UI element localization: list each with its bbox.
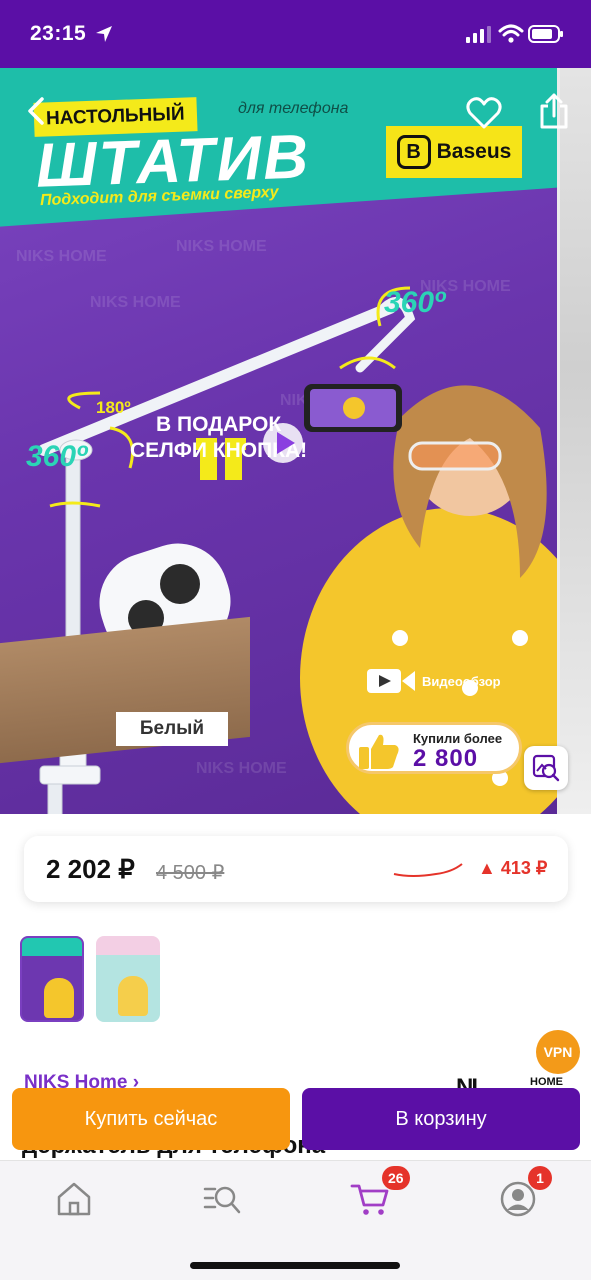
next-image-peek[interactable]: [560, 68, 591, 814]
brand-logo: B Baseus: [386, 126, 522, 178]
thumbs-up-icon: [359, 734, 399, 769]
status-bar: 23:15: [0, 0, 591, 68]
gallery-thumbnail[interactable]: [96, 936, 160, 1022]
profile-notification-badge: 1: [528, 1166, 552, 1190]
app-screen: 23:15 NIKS HOME NIKS HOME NIKS HOME NIKS…: [0, 0, 591, 1280]
banner-for-phone: для телефона: [238, 100, 349, 117]
gallery-thumbnail[interactable]: [20, 936, 84, 1022]
bought-count-badge: Купили более 2 800: [346, 722, 522, 774]
seller-logo-text: HOME: [530, 1076, 563, 1088]
product-banner-image[interactable]: NIKS HOME NIKS HOME NIKS HOME NIKS HOME …: [0, 68, 557, 814]
brand-mark: B: [396, 135, 431, 169]
add-to-cart-button[interactable]: В корзину: [302, 1088, 580, 1150]
heart-icon[interactable]: [466, 96, 502, 130]
video-camera-icon: [367, 669, 415, 693]
status-time: 23:15: [30, 22, 87, 45]
bought-count: 2 800: [413, 745, 479, 772]
price-drop: ▲ 413 ₽: [478, 858, 548, 878]
bought-label: Купили более: [413, 731, 503, 746]
thumbnail-preview: [44, 978, 74, 1018]
angle-label-bottom: 360º: [26, 440, 88, 473]
old-price: 4 500 ₽: [156, 862, 225, 884]
thumbnail-preview: [118, 976, 148, 1016]
color-variant-label: Белый: [116, 712, 228, 746]
angle-label-top: 360º: [384, 286, 446, 319]
product-gallery[interactable]: NIKS HOME NIKS HOME NIKS HOME NIKS HOME …: [0, 68, 591, 814]
location-arrow-icon: [96, 26, 112, 42]
play-icon[interactable]: [262, 422, 304, 464]
back-chevron-icon[interactable]: [22, 96, 52, 126]
battery-icon: [528, 25, 563, 43]
vpn-badge[interactable]: VPN: [536, 1030, 580, 1074]
catalog-search-icon[interactable]: [202, 1179, 242, 1219]
image-search-button[interactable]: [524, 746, 568, 790]
buy-now-button[interactable]: Купить сейчас: [12, 1088, 290, 1150]
wifi-icon: [498, 24, 524, 43]
image-search-icon: [532, 754, 560, 782]
share-icon[interactable]: [538, 92, 570, 130]
current-price: 2 202 ₽: [46, 854, 135, 884]
cart-count-badge: 26: [382, 1166, 410, 1190]
home-icon[interactable]: [54, 1179, 94, 1219]
brand-name: Baseus: [436, 140, 512, 163]
video-review-badge[interactable]: Видеообзор: [366, 666, 501, 696]
price-trend-chart: [393, 863, 463, 877]
home-indicator: [190, 1262, 400, 1269]
angle-label-side: 180º: [96, 398, 131, 417]
signal-icon: [466, 26, 491, 43]
price-card[interactable]: 2 202 ₽ 4 500 ₽ ▲ 413 ₽: [24, 836, 568, 902]
video-review-label: Видеообзор: [422, 673, 501, 689]
